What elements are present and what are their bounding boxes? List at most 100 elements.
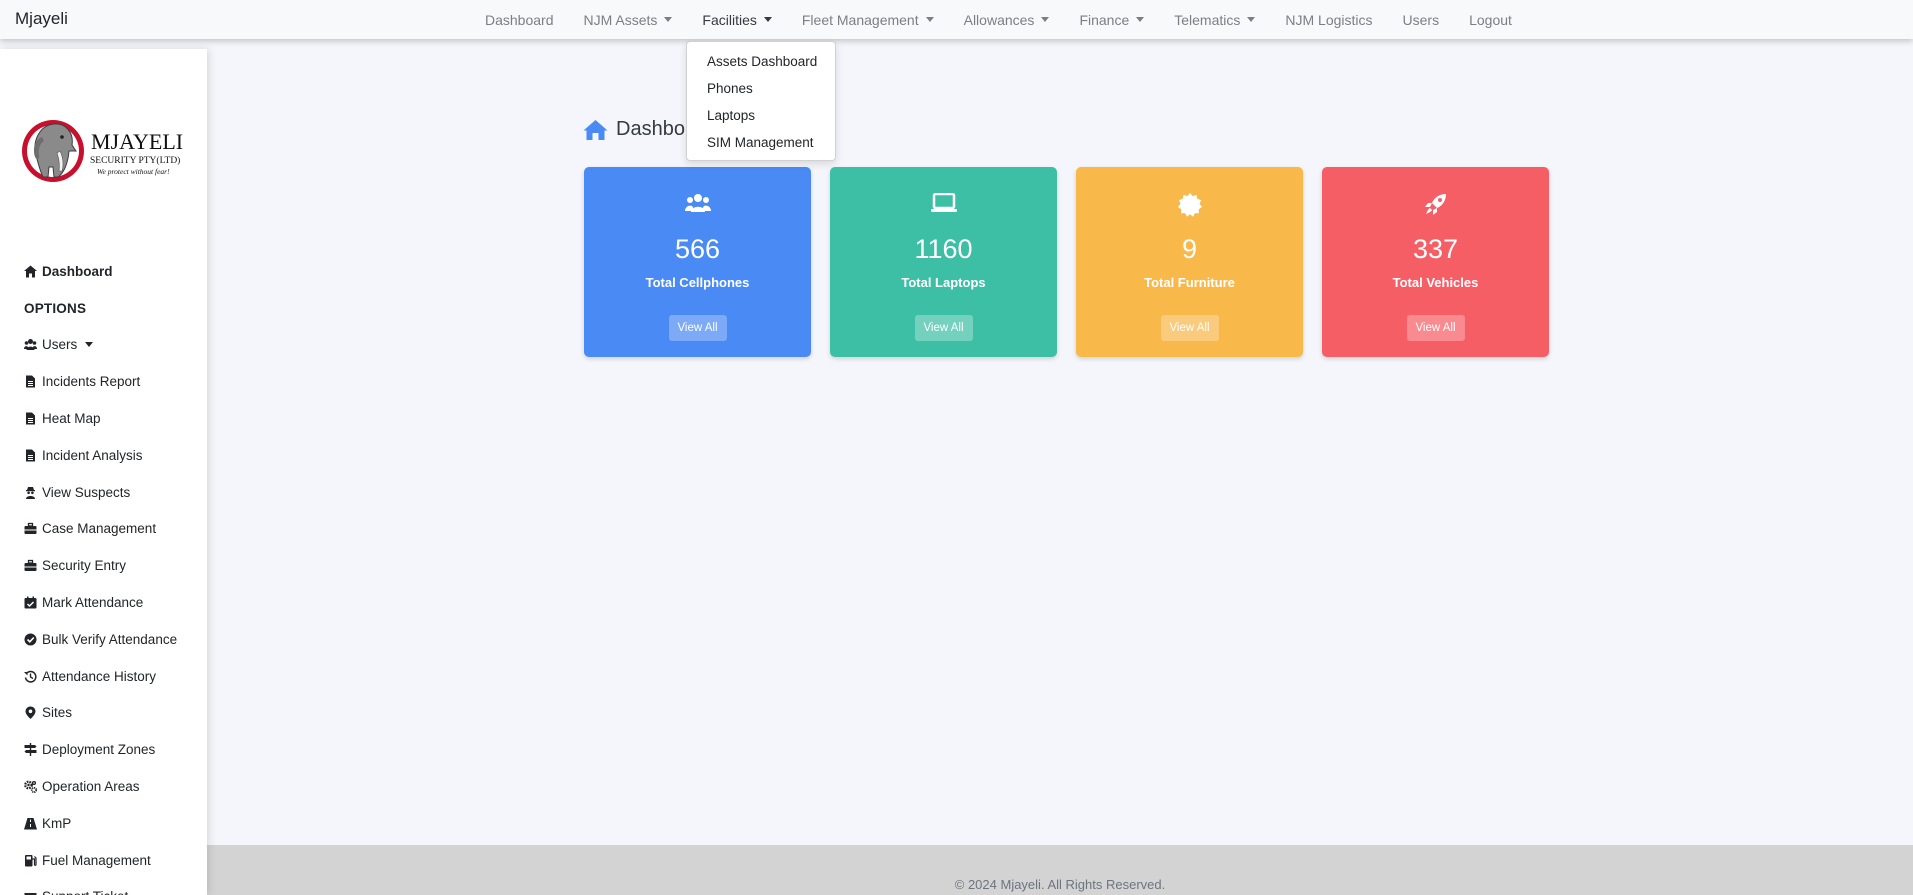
sidebar-item-case-management[interactable]: Case Management [24, 511, 204, 548]
sidebar-item-incident-analysis[interactable]: Incident Analysis [24, 437, 204, 474]
sidebar-item-incidents-report[interactable]: Incidents Report [24, 363, 204, 400]
nav-finance[interactable]: Finance [1064, 12, 1159, 28]
nav-allowances[interactable]: Allowances [949, 12, 1065, 28]
briefcase-icon [24, 560, 37, 572]
logo-tagline: We protect without fear! [97, 167, 170, 176]
briefcase-icon [24, 523, 37, 535]
nav-label: Fleet Management [801, 11, 919, 28]
sidebar-item-mark-attendance[interactable]: Mark Attendance [24, 584, 204, 621]
nav-facilities[interactable]: Facilities [687, 12, 786, 28]
page-title-text: Dashbo [616, 118, 685, 140]
home-icon [24, 265, 37, 278]
card-value: 566 [674, 234, 721, 264]
card-total-cellphones: 566 Total Cellphones View All [584, 167, 811, 357]
sidebar-item-sites[interactable]: Sites [24, 695, 204, 732]
sidebar-item-dashboard[interactable]: Dashboard [24, 253, 204, 290]
nav-links: Dashboard NJM Assets Facilities Fleet Ma… [470, 0, 1527, 39]
view-all-furniture-button[interactable]: View All [1160, 315, 1219, 341]
nav-label: NJM Assets [583, 11, 658, 28]
card-value: 1160 [914, 234, 973, 264]
sidebar-menu: Dashboard OPTIONS Users Incidents Report Hea… [24, 253, 204, 895]
file-icon [26, 375, 35, 388]
card-total-vehicles: 337 Total Vehicles View All [1322, 167, 1549, 357]
gas-pump-icon [25, 854, 37, 867]
caret-down-icon [664, 17, 673, 22]
nav-fleet-management[interactable]: Fleet Management [787, 12, 949, 28]
sidebar-item-label: Operation Areas [42, 779, 140, 795]
sidebar-item-label: Dashboard [42, 263, 113, 279]
dropdown-item-phones[interactable]: Phones [687, 77, 835, 104]
view-all-cellphones-button[interactable]: View All [668, 315, 727, 341]
file-icon [26, 412, 35, 425]
navbar-brand[interactable]: Mjayeli [15, 9, 68, 29]
view-all-vehicles-button[interactable]: View All [1406, 315, 1465, 341]
laptop-icon [830, 193, 1057, 213]
sidebar-item-label: Mark Attendance [42, 595, 144, 611]
caret-down-icon [1041, 17, 1050, 22]
sidebar-item-label: Fuel Management [42, 852, 151, 868]
card-label: Total Vehicles [1392, 275, 1479, 290]
sidebar-item-label: Support Ticket [42, 889, 128, 895]
nav-logout[interactable]: Logout [1454, 12, 1527, 28]
dropdown-item-assets-dashboard[interactable]: Assets Dashboard [687, 50, 835, 77]
signs-icon [24, 743, 37, 757]
home-icon [583, 119, 608, 140]
nav-users[interactable]: Users [1388, 12, 1455, 28]
footer-copyright: © 2024 Mjayeli. All Rights Reserved. [954, 877, 1166, 892]
nav-label: Dashboard [485, 11, 554, 28]
nav-njm-assets[interactable]: NJM Assets [569, 12, 688, 28]
dropdown-item-laptops[interactable]: Laptops [687, 104, 835, 131]
history-icon [24, 670, 37, 683]
sidebar-item-attendance-history[interactable]: Attendance History [24, 658, 204, 695]
sidebar-item-view-suspects[interactable]: View Suspects [24, 474, 204, 511]
card-total-laptops: 1160 Total Laptops View All [830, 167, 1057, 357]
sidebar-item-label: Heat Map [42, 411, 101, 427]
sidebar-item-bulk-verify-attendance[interactable]: Bulk Verify Attendance [24, 621, 204, 658]
card-total-furniture: 9 Total Furniture View All [1076, 167, 1303, 357]
sidebar-item-kmp[interactable]: KmP [24, 805, 204, 842]
nav-njm-logistics[interactable]: NJM Logistics [1270, 12, 1387, 28]
nav-dashboard[interactable]: Dashboard [470, 12, 569, 28]
sidebar-item-security-entry[interactable]: Security Entry [24, 547, 204, 584]
cogs-icon [24, 780, 37, 794]
dropdown-item-sim-management[interactable]: SIM Management [687, 131, 835, 158]
nav-telematics[interactable]: Telematics [1159, 12, 1270, 28]
sidebar-item-label: Incidents Report [42, 374, 141, 390]
user-secret-icon [26, 486, 35, 499]
sidebar-item-fuel-management[interactable]: Fuel Management [24, 842, 204, 879]
card-label: Total Laptops [901, 275, 986, 290]
logo-name: MJAYELI [91, 129, 183, 154]
sidebar-item-deployment-zones[interactable]: Deployment Zones [24, 731, 204, 768]
caret-down-icon [925, 17, 934, 22]
sidebar-item-label: Case Management [42, 521, 157, 537]
sidebar-item-label: Incident Analysis [42, 447, 143, 463]
caret-down-icon [763, 17, 772, 22]
rocket-icon [1322, 193, 1549, 215]
sidebar-item-operation-areas[interactable]: Operation Areas [24, 768, 204, 805]
sidebar-item-label: Bulk Verify Attendance [42, 631, 178, 647]
users-icon [24, 339, 37, 351]
sidebar-item-support-ticket[interactable]: Support Ticket [24, 879, 204, 895]
view-all-laptops-button[interactable]: View All [914, 315, 973, 341]
page-title: Dashbo [582, 118, 685, 141]
nav-label: Finance [1079, 11, 1130, 28]
sidebar-item-heat-map[interactable]: Heat Map [24, 400, 204, 437]
nav-label: Logout [1469, 11, 1512, 28]
card-value: 337 [1412, 234, 1459, 264]
road-icon [24, 817, 37, 830]
nav-label: Facilities [702, 11, 757, 28]
sidebar-heading-options: OPTIONS [24, 290, 204, 327]
users-icon [584, 193, 811, 213]
sidebar-item-label: Attendance History [42, 668, 157, 684]
logo-subtitle: SECURITY PTY(LTD) [90, 155, 180, 166]
card-label: Total Furniture [1144, 275, 1235, 290]
company-logo: MJAYELI SECURITY PTY(LTD) We protect wit… [22, 120, 183, 182]
file-icon [26, 449, 35, 462]
sidebar-item-label: Security Entry [42, 558, 127, 574]
sidebar-item-users[interactable]: Users [24, 327, 204, 364]
caret-down-icon [1247, 17, 1256, 22]
sidebar: MJAYELI SECURITY PTY(LTD) We protect wit… [0, 49, 207, 895]
caret-down-icon [1136, 17, 1145, 22]
sidebar-item-label: Users [42, 337, 78, 353]
nav-label: Users [1402, 11, 1440, 28]
